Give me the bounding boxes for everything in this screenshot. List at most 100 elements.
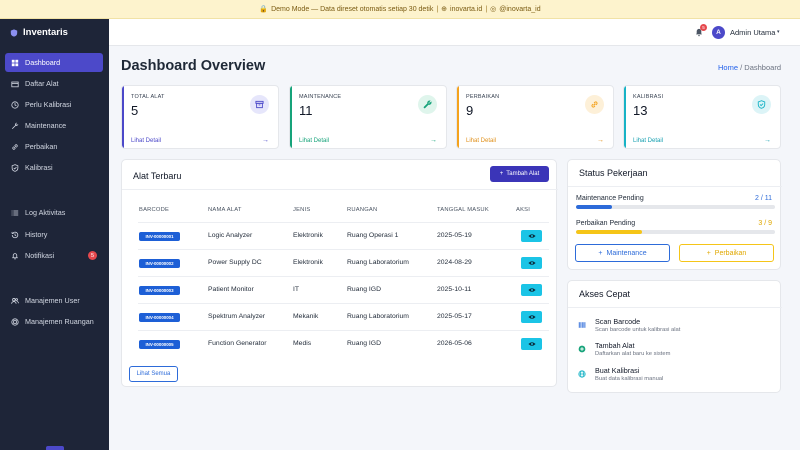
sidebar-item-maintenance[interactable]: Maintenance: [5, 116, 103, 135]
view-button[interactable]: [521, 284, 542, 296]
chevron-down-icon[interactable]: ▾: [777, 29, 780, 35]
arrow-right-icon[interactable]: →: [430, 137, 437, 144]
maintenance-button[interactable]: + Maintenance: [575, 244, 670, 262]
sidebar-item-label: Perlu Kalibrasi: [25, 100, 72, 109]
view-button[interactable]: [521, 230, 542, 242]
equipment-type: Elektronik: [293, 232, 323, 239]
view-all-button[interactable]: Lihat Semua: [129, 366, 178, 382]
sidebar-item-log-aktivitas[interactable]: Log Aktivitas: [5, 203, 103, 222]
progress-fill: [576, 230, 642, 234]
equipment-name: Spektrum Analyzer: [208, 313, 266, 320]
user-name[interactable]: Admin Utama: [730, 28, 775, 37]
equipment-type: Elektronik: [293, 259, 323, 266]
stat-value: 11: [299, 103, 313, 118]
sidebar-item-dashboard[interactable]: Dashboard: [5, 53, 103, 72]
stat-accent-bar: [122, 86, 124, 148]
stat-card-maintenance: MAINTENANCE 11 Lihat Detail →: [289, 85, 447, 149]
plus-icon: +: [499, 171, 504, 177]
add-equipment-button[interactable]: + Tambah Alat: [490, 166, 549, 182]
breadcrumb-separator: /: [740, 63, 743, 72]
eye-icon: [527, 261, 536, 265]
equipment-name: Patient Monitor: [208, 286, 254, 293]
breadcrumb-current: Dashboard: [744, 63, 781, 72]
shield-check-icon: [757, 100, 766, 109]
plus-icon: +: [706, 249, 711, 257]
progress-value: 3 / 9: [758, 220, 772, 227]
archive-icon: [255, 100, 264, 109]
button-label: Perbaikan: [714, 249, 747, 257]
recent-equipment-card: Alat Terbaru + Tambah Alat BARCODE NAMA …: [121, 159, 558, 387]
eye-icon: [527, 234, 536, 238]
demo-banner: 🔒 Demo Mode — Data direset otomatis seti…: [0, 0, 800, 19]
banner-separator: |: [436, 5, 439, 13]
history-icon: [11, 231, 19, 238]
table-row: INV-00000002 Power Supply DC Elektronik …: [138, 249, 549, 276]
stat-accent-bar: [290, 86, 292, 148]
topbar: 5 A Admin Utama ▾: [109, 19, 800, 46]
stat-value: 5: [131, 103, 139, 118]
card-title: Akses Cepat: [579, 289, 631, 299]
table-row: INV-00000004 Spektrum Analyzer Mekanik R…: [138, 303, 549, 330]
sidebar-item-label: Perbaikan: [25, 142, 58, 151]
progress-value: 2 / 11: [755, 195, 772, 202]
sidebar-item-perlu-kalibrasi[interactable]: Perlu Kalibrasi: [5, 95, 103, 114]
view-button[interactable]: [521, 311, 542, 323]
equipment-date: 2025-05-19: [437, 232, 472, 239]
social-link[interactable]: @inovarta_id: [499, 6, 540, 13]
stat-accent-bar: [624, 86, 626, 148]
column-header: AKSI: [516, 207, 531, 213]
sidebar: Inventaris Dashboard Daftar Alat Perlu K…: [0, 19, 109, 450]
notification-badge: 5: [700, 24, 707, 31]
sidebar-item-history[interactable]: History: [5, 225, 103, 244]
barcode-badge: INV-00000005: [139, 340, 180, 349]
table-row: INV-00000001 Logic Analyzer Elektronik R…: [138, 222, 549, 249]
equipment-type: Medis: [293, 340, 312, 347]
sidebar-item-perbaikan[interactable]: Perbaikan: [5, 137, 103, 156]
sidebar-item-daftar-alat[interactable]: Daftar Alat: [5, 74, 103, 93]
quick-tambah-alat[interactable]: Tambah Alat Daftarkan alat baru ke siste…: [575, 339, 774, 361]
avatar[interactable]: A: [712, 26, 725, 39]
stat-label: MAINTENANCE: [299, 94, 342, 100]
column-header: TANGGAL MASUK: [437, 207, 489, 213]
card-title: Alat Terbaru: [133, 171, 182, 181]
quick-buat-kalibrasi[interactable]: Buat Kalibrasi Buat data kalibrasi manua…: [575, 364, 774, 386]
brand[interactable]: Inventaris: [0, 19, 109, 46]
equipment-name: Logic Analyzer: [208, 232, 253, 239]
eye-icon: [527, 288, 536, 292]
equipment-type: Mekanik: [293, 313, 319, 320]
lihat-detail-link[interactable]: Lihat Detail: [633, 138, 663, 144]
sidebar-item-manajemen-user[interactable]: Manajemen User: [5, 291, 103, 310]
stat-accent-bar: [457, 86, 459, 148]
sidebar-item-label: Notifikasi: [25, 251, 55, 260]
site-link[interactable]: inovarta.id: [450, 6, 482, 13]
equipment-date: 2024-08-29: [437, 259, 472, 266]
quick-access-card: Akses Cepat Scan Barcode Scan barcode un…: [567, 280, 782, 393]
arrow-right-icon[interactable]: →: [597, 137, 604, 144]
stat-label: KALIBRASI: [633, 94, 664, 100]
page-title: Dashboard Overview: [121, 58, 266, 74]
link-icon: [591, 101, 598, 108]
lihat-detail-link[interactable]: Lihat Detail: [299, 138, 329, 144]
work-status-card: Status Pekerjaan Maintenance Pending 2 /…: [567, 159, 782, 270]
arrow-right-icon[interactable]: →: [262, 137, 269, 144]
sidebar-item-kalibrasi[interactable]: Kalibrasi: [5, 158, 103, 177]
sidebar-item-label: Log Aktivitas: [25, 208, 66, 217]
equipment-date: 2025-05-17: [437, 313, 472, 320]
globe-icon: ⊕: [441, 6, 448, 13]
view-button[interactable]: [521, 257, 542, 269]
quick-scan-barcode[interactable]: Scan Barcode Scan barcode untuk kalibras…: [575, 315, 774, 337]
lihat-detail-link[interactable]: Lihat Detail: [131, 138, 161, 144]
lihat-detail-link[interactable]: Lihat Detail: [466, 138, 496, 144]
sidebar-item-manajemen-ruangan[interactable]: Manajemen Ruangan: [5, 312, 103, 331]
equipment-name: Power Supply DC: [208, 259, 262, 266]
sidebar-item-notifikasi[interactable]: Notifikasi 5: [5, 246, 103, 265]
perbaikan-button[interactable]: + Perbaikan: [679, 244, 774, 262]
breadcrumb-home[interactable]: Home: [718, 63, 738, 72]
view-button[interactable]: [521, 338, 542, 350]
notification-count-badge: 5: [88, 251, 97, 260]
arrow-right-icon[interactable]: →: [764, 137, 771, 144]
grid-icon: [11, 59, 19, 66]
column-header: BARCODE: [139, 207, 170, 213]
column-header: RUANGAN: [347, 207, 378, 213]
globe-icon: [578, 370, 586, 378]
